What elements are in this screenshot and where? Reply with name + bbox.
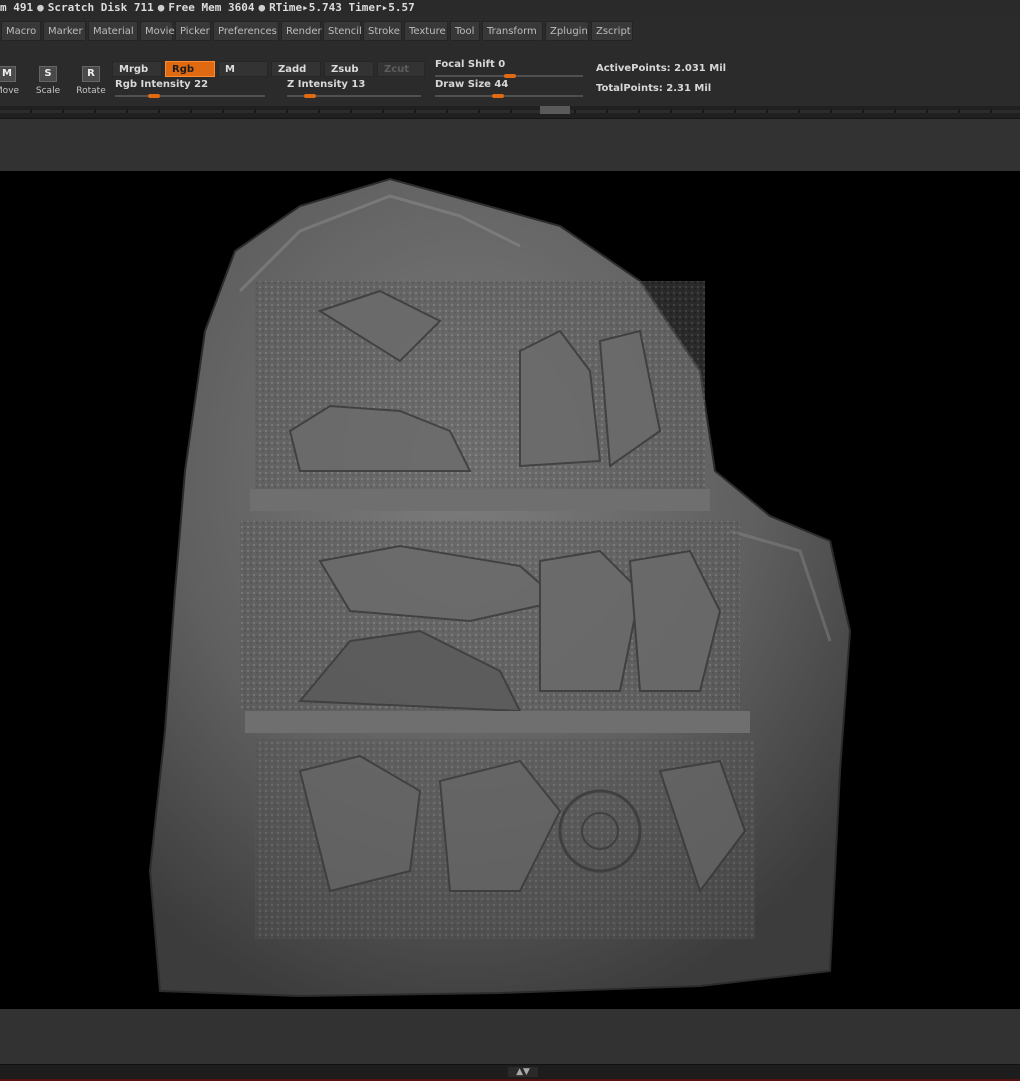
menu-tool[interactable]: Tool [450,21,480,41]
rgb-intensity-slider[interactable]: Rgb Intensity 22 [115,79,265,98]
menu-zplugin[interactable]: Zplugin [545,21,589,41]
canvas-margin-top [0,119,1020,171]
relief-band-1 [250,489,710,511]
main-menubar: Macro Marker Material Movie Picker Prefe… [0,21,1020,43]
menu-texture[interactable]: Texture [404,21,448,41]
menu-transform[interactable]: Transform [482,21,543,41]
z-intensity-slider[interactable]: Z Intensity 13 [287,79,421,98]
rgb-button[interactable]: Rgb [165,61,215,77]
timer-readout: Timer▸5.57 [348,1,415,14]
scale-label: Scale [35,86,61,96]
middle-relief-panel [240,521,740,713]
free-mem-readout: Free Mem 3604 [168,1,255,14]
rtime-readout: RTime▸5.743 [269,1,342,14]
z-intensity-label: Z Intensity 13 [287,79,366,90]
zcut-button[interactable]: Zcut [377,61,425,77]
rotate-icon: R [82,66,100,82]
menu-stencil[interactable]: Stencil [323,21,362,41]
rotate-label: Rotate [76,86,106,96]
status-bar: m 491 ● Scratch Disk 711 ● Free Mem 3604 ● RTi… [0,0,1020,16]
upper-relief-panel [255,281,705,491]
menu-render[interactable]: Render [281,21,322,41]
bottom-tray-bar: ▲▼ [0,1064,1020,1081]
focal-shift-label: Focal Shift 0 [435,59,506,70]
relief-band-2 [245,711,750,733]
draw-size-slider[interactable]: Draw Size 44 [435,79,583,98]
divider-handle[interactable] [540,106,570,114]
scale-button[interactable]: S Scale [34,66,62,96]
rgb-intensity-label: Rgb Intensity 22 [115,79,209,90]
menu-macro[interactable]: Macro [1,21,41,41]
mem-readout: m 491 [0,1,34,14]
menu-preferences[interactable]: Preferences [213,21,279,41]
menu-picker[interactable]: Picker [175,21,211,41]
zadd-button[interactable]: Zadd [271,61,321,77]
sculpted-stone-model [148,177,852,998]
menu-movie[interactable]: Movie [140,21,175,41]
menu-marker[interactable]: Marker [43,21,86,41]
m-button[interactable]: M [218,61,268,77]
collapse-arrow-icon[interactable]: ▲▼ [508,1067,538,1077]
move-label: Move [0,86,20,96]
focal-shift-knob[interactable] [504,74,516,78]
move-button[interactable]: M Move [0,66,22,96]
canvas-margin-bottom [0,1009,1020,1064]
move-icon: M [0,66,16,82]
z-intensity-knob[interactable] [304,94,317,98]
scale-icon: S [39,66,57,82]
top-shelf: M Move S Scale R Rotate Mrgb Rgb M Zadd … [0,58,1020,108]
zsub-button[interactable]: Zsub [324,61,374,77]
document-viewport[interactable] [0,171,1020,1009]
menu-zscript[interactable]: Zscript [591,21,633,41]
draw-size-label: Draw Size 44 [435,79,509,90]
draw-size-knob[interactable] [492,94,504,98]
rotate-button[interactable]: R Rotate [76,66,106,96]
active-points-readout: ActivePoints: 2.031 Mil [596,63,727,74]
rgb-intensity-knob[interactable] [148,94,160,98]
scratch-disk-readout: Scratch Disk 711 [47,1,154,14]
lower-relief-panel [255,739,755,939]
mrgb-button[interactable]: Mrgb [112,61,162,77]
focal-shift-slider[interactable]: Focal Shift 0 [435,59,583,78]
total-points-readout: TotalPoints: 2.31 Mil [596,83,712,94]
shelf-divider[interactable] [0,106,1020,119]
menu-stroke[interactable]: Stroke [363,21,402,41]
menu-material[interactable]: Material [88,21,138,41]
